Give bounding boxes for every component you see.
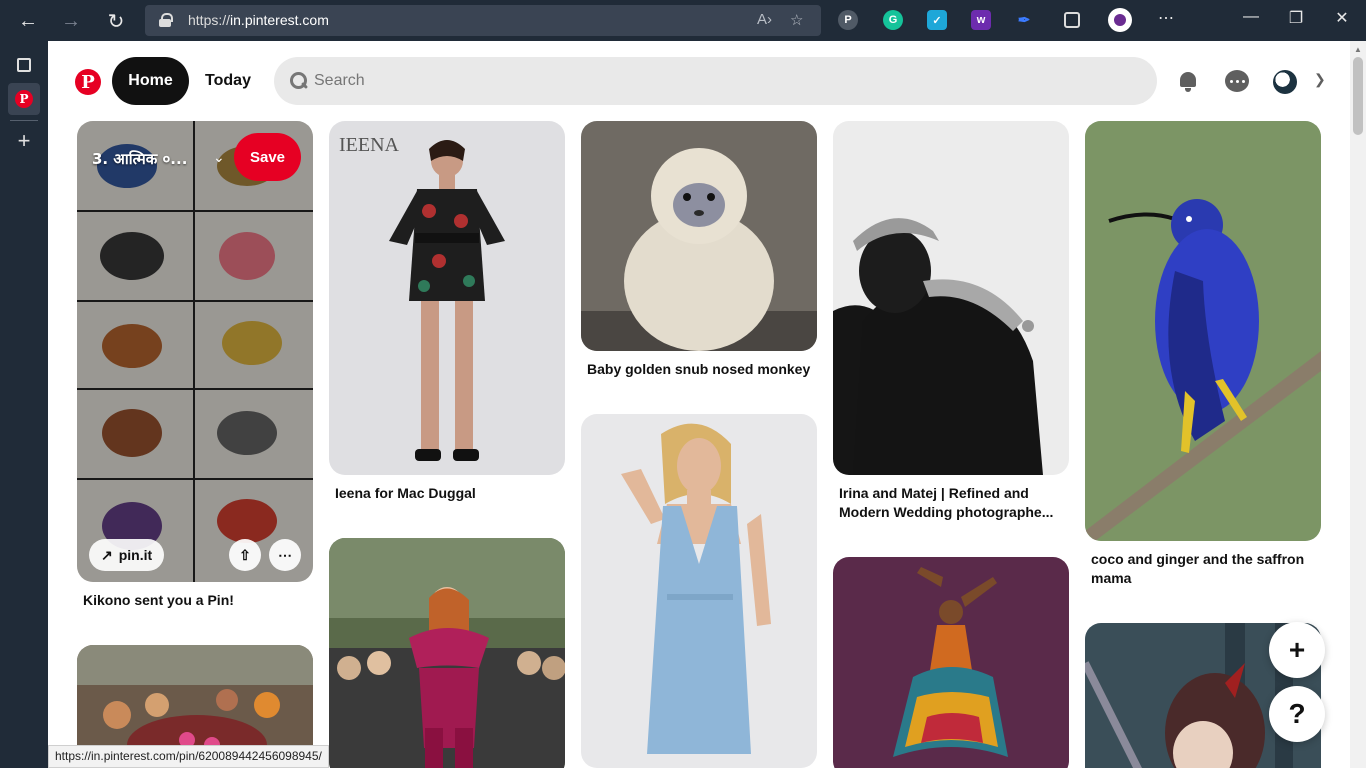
tab-pinterest[interactable]: P (8, 83, 40, 115)
pin-image (1085, 121, 1321, 541)
avatar[interactable] (1273, 70, 1297, 94)
browser-toolbar: ← → ↻ https://in.pinterest.com A› ☆ P G … (0, 0, 1366, 41)
tab-actions-icon[interactable] (8, 49, 40, 81)
add-pin-button[interactable]: + (1269, 622, 1325, 678)
pin-image-brand-text: IEENA (339, 134, 400, 156)
pin-title[interactable]: Baby golden snub nosed monkey (587, 360, 810, 379)
notifications-bell-icon[interactable] (1179, 70, 1197, 92)
favorite-star-icon[interactable]: ☆ (790, 11, 803, 29)
chevron-down-icon[interactable]: ❯ (1314, 71, 1326, 88)
sidebar-divider (10, 120, 38, 121)
pinterest-extension-icon[interactable]: P (838, 10, 858, 30)
status-bar-url: https://in.pinterest.com/pin/62008944245… (48, 745, 329, 768)
pin-card[interactable] (833, 557, 1069, 768)
refresh-icon[interactable]: ↻ (102, 7, 130, 35)
pinterest-icon: P (15, 90, 33, 108)
pin-title[interactable]: coco and ginger and the saffron (1091, 550, 1304, 569)
collections-icon[interactable] (1064, 12, 1080, 28)
read-aloud-icon[interactable]: A› (757, 11, 772, 28)
today-button[interactable]: Today (194, 57, 262, 105)
save-button[interactable]: Save (234, 133, 301, 181)
pin-title[interactable]: Irina and Matej | Refined and (839, 484, 1029, 503)
pin-card[interactable] (329, 538, 565, 768)
restore-icon[interactable]: ❐ (1281, 8, 1311, 28)
pin-image (833, 557, 1069, 768)
forward-icon[interactable]: → (57, 7, 85, 35)
messages-icon[interactable] (1225, 70, 1249, 92)
search-input[interactable] (314, 57, 1134, 105)
settings-more-icon[interactable]: ⋯ (1151, 8, 1181, 28)
pin-image (77, 121, 313, 582)
pin-image: IEENA (329, 121, 565, 475)
pin-card[interactable] (1085, 121, 1321, 541)
pin-card[interactable]: IEENA (329, 121, 565, 475)
pin-image (581, 121, 817, 351)
more-options-icon[interactable]: ⋯ (269, 539, 301, 571)
grammarly-extension-icon[interactable]: G (883, 10, 903, 30)
pin-image (581, 414, 817, 768)
pin-card[interactable] (581, 121, 817, 351)
browser-sidebar: P + (0, 41, 48, 768)
lock-icon (159, 13, 173, 27)
chevron-down-icon[interactable]: ⌄ (213, 149, 225, 166)
board-selector[interactable]: 3. आत्मिक ०... (92, 149, 187, 169)
close-icon[interactable]: ✕ (1327, 8, 1357, 28)
pin-card[interactable] (581, 414, 817, 768)
profile-icon[interactable] (1108, 8, 1132, 32)
scroll-up-icon[interactable]: ▲ (1354, 45, 1362, 54)
search-bar[interactable] (274, 57, 1157, 105)
pin-link-button[interactable]: ↗ pin.it (89, 539, 165, 571)
pin-image (329, 538, 565, 768)
pen-extension-icon[interactable]: ✒ (1014, 10, 1034, 30)
share-icon[interactable]: ⇧ (229, 539, 261, 571)
search-icon (290, 72, 308, 90)
minimize-icon[interactable]: — (1236, 8, 1266, 26)
pin-title[interactable]: Kikono sent you a Pin! (83, 591, 234, 610)
url-text[interactable]: https://in.pinterest.com (188, 12, 329, 28)
scroll-thumb[interactable] (1353, 57, 1363, 135)
address-bar[interactable]: https://in.pinterest.com A› ☆ (145, 5, 821, 36)
pin-card[interactable]: 3. आत्मिक ०... ⌄ Save ↗ pin.it ⇧ ⋯ (77, 121, 313, 582)
pinterest-page: P Home Today ❯ (48, 41, 1350, 768)
pin-title[interactable]: Modern Wedding photographe... (839, 503, 1053, 522)
pin-card[interactable] (833, 121, 1069, 475)
pinterest-header: P Home Today ❯ (48, 41, 1350, 121)
pin-image (833, 121, 1069, 475)
pin-title[interactable]: mama (1091, 569, 1131, 588)
pinterest-logo[interactable]: P (75, 69, 101, 95)
wordtune-extension-icon[interactable]: w (971, 10, 991, 30)
arrow-up-right-icon: ↗ (101, 546, 113, 563)
back-icon[interactable]: ← (14, 7, 42, 35)
new-tab-icon[interactable]: + (8, 125, 40, 157)
help-button[interactable]: ? (1269, 686, 1325, 742)
page-scrollbar[interactable]: ▲ (1350, 41, 1366, 768)
extension-icon[interactable]: ✓ (927, 10, 947, 30)
pin-title[interactable]: Ieena for Mac Duggal (335, 484, 476, 503)
home-button[interactable]: Home (112, 57, 189, 105)
